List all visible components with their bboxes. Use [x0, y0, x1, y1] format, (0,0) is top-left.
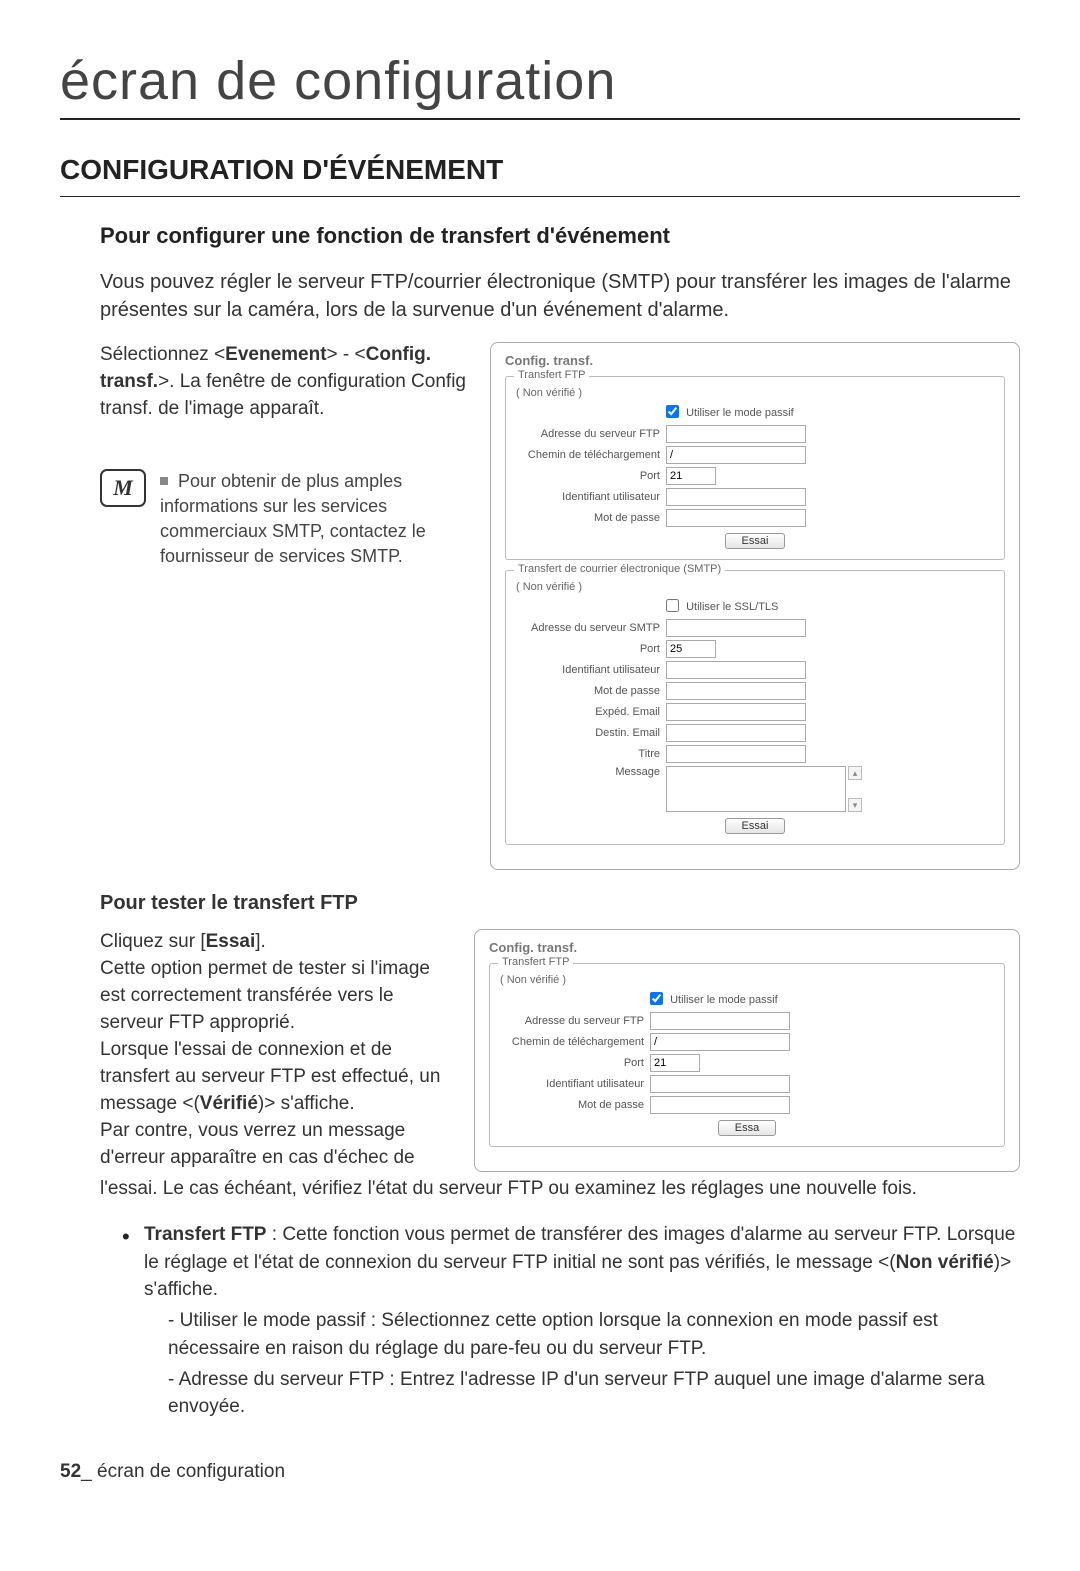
note-text: Pour obtenir de plus amples informations…: [160, 469, 480, 568]
page-footer: 52_ écran de configuration: [60, 1461, 1020, 1483]
smtp-fieldset: Transfert de courrier électronique (SMTP…: [505, 570, 1005, 845]
ftp-port-label: Port: [516, 470, 666, 482]
ftp2-legend: Transfert FTP: [498, 956, 573, 968]
test-paragraph-cont: l'essai. Le cas échéant, vérifiez l'état…: [100, 1176, 1020, 1203]
sub-heading: Pour configurer une fonction de transfer…: [100, 223, 1020, 249]
dialog2-title: Config. transf.: [489, 940, 1005, 955]
ftp-addr-label: Adresse du serveur FTP: [516, 428, 666, 440]
smtp-to-label: Destin. Email: [516, 727, 666, 739]
ftp-legend: Transfert FTP: [514, 369, 589, 381]
smtp-pass-label: Mot de passe: [516, 685, 666, 697]
select-instruction: Sélectionnez <Evenement> - <Config. tran…: [100, 342, 480, 423]
ftp2-pass-input[interactable]: [650, 1096, 790, 1114]
smtp-to-input[interactable]: [666, 724, 806, 742]
ftp2-user-label: Identifiant utilisateur: [500, 1078, 650, 1090]
ftp-test-heading: Pour tester le transfert FTP: [100, 892, 1020, 915]
config-transf-dialog: Config. transf. Transfert FTP ( Non véri…: [490, 342, 1020, 870]
smtp-pass-input[interactable]: [666, 682, 806, 700]
smtp-msg-label: Message: [516, 766, 666, 778]
smtp-msg-textarea[interactable]: [666, 766, 846, 812]
ftp-path-label: Chemin de téléchargement: [516, 449, 666, 461]
ftp2-path-input[interactable]: [650, 1033, 790, 1051]
note-icon: M: [100, 469, 146, 507]
ftp-user-input[interactable]: [666, 488, 806, 506]
smtp-test-button[interactable]: Essai: [725, 818, 786, 834]
smtp-user-input[interactable]: [666, 661, 806, 679]
dialog-title: Config. transf.: [505, 353, 1005, 368]
smtp-port-input[interactable]: [666, 640, 716, 658]
bullet-ftp-transfer: Transfert FTP : Cette fonction vous perm…: [122, 1221, 1020, 1421]
ftp-path-input[interactable]: [666, 446, 806, 464]
ftp2-pass-label: Mot de passe: [500, 1099, 650, 1111]
smtp-from-label: Expéd. Email: [516, 706, 666, 718]
scroll-down-icon[interactable]: ▾: [848, 798, 862, 812]
scroll-up-icon[interactable]: ▴: [848, 766, 862, 780]
ftp-pass-input[interactable]: [666, 509, 806, 527]
ftp2-port-label: Port: [500, 1057, 650, 1069]
smtp-ssl-checkbox[interactable]: [666, 599, 679, 612]
dash-passive-mode: - Utiliser le mode passif : Sélectionnez…: [168, 1307, 1020, 1362]
ftp2-passive-label: Utiliser le mode passif: [670, 994, 778, 1006]
intro-paragraph: Vous pouvez régler le serveur FTP/courri…: [100, 269, 1020, 324]
ftp-passive-label: Utiliser le mode passif: [686, 407, 794, 419]
smtp-user-label: Identifiant utilisateur: [516, 664, 666, 676]
smtp-title-input[interactable]: [666, 745, 806, 763]
smtp-legend: Transfert de courrier électronique (SMTP…: [514, 563, 725, 575]
ftp2-user-input[interactable]: [650, 1075, 790, 1093]
ftp2-test-button[interactable]: Essa: [718, 1120, 776, 1136]
ftp-addr-input[interactable]: [666, 425, 806, 443]
page-title: écran de configuration: [60, 50, 1020, 120]
ftp-status: ( Non vérifié ): [516, 387, 994, 399]
ftp-test-button[interactable]: Essai: [725, 533, 786, 549]
square-bullet-icon: [160, 477, 168, 485]
ftp-user-label: Identifiant utilisateur: [516, 491, 666, 503]
ftp2-status: ( Non vérifié ): [500, 974, 994, 986]
test-paragraph: Cliquez sur [Essai]. Cette option permet…: [100, 929, 460, 1172]
ftp-pass-label: Mot de passe: [516, 512, 666, 524]
section-title: CONFIGURATION D'ÉVÉNEMENT: [60, 154, 1020, 197]
ftp2-path-label: Chemin de téléchargement: [500, 1036, 650, 1048]
smtp-title-label: Titre: [516, 748, 666, 760]
smtp-port-label: Port: [516, 643, 666, 655]
smtp-status: ( Non vérifié ): [516, 581, 994, 593]
smtp-addr-label: Adresse du serveur SMTP: [516, 622, 666, 634]
ftp-port-input[interactable]: [666, 467, 716, 485]
ftp2-addr-input[interactable]: [650, 1012, 790, 1030]
ftp2-fieldset: Transfert FTP ( Non vérifié ) Utiliser l…: [489, 963, 1005, 1147]
ftp2-port-input[interactable]: [650, 1054, 700, 1072]
ftp-passive-checkbox[interactable]: [666, 405, 679, 418]
config-transf-dialog-2: Config. transf. Transfert FTP ( Non véri…: [474, 929, 1020, 1172]
smtp-addr-input[interactable]: [666, 619, 806, 637]
ftp2-passive-checkbox[interactable]: [650, 992, 663, 1005]
ftp-fieldset: Transfert FTP ( Non vérifié ) Utiliser l…: [505, 376, 1005, 560]
smtp-from-input[interactable]: [666, 703, 806, 721]
dash-ftp-address: - Adresse du serveur FTP : Entrez l'adre…: [168, 1366, 1020, 1421]
ftp2-addr-label: Adresse du serveur FTP: [500, 1015, 650, 1027]
smtp-ssl-label: Utiliser le SSL/TLS: [686, 601, 778, 613]
